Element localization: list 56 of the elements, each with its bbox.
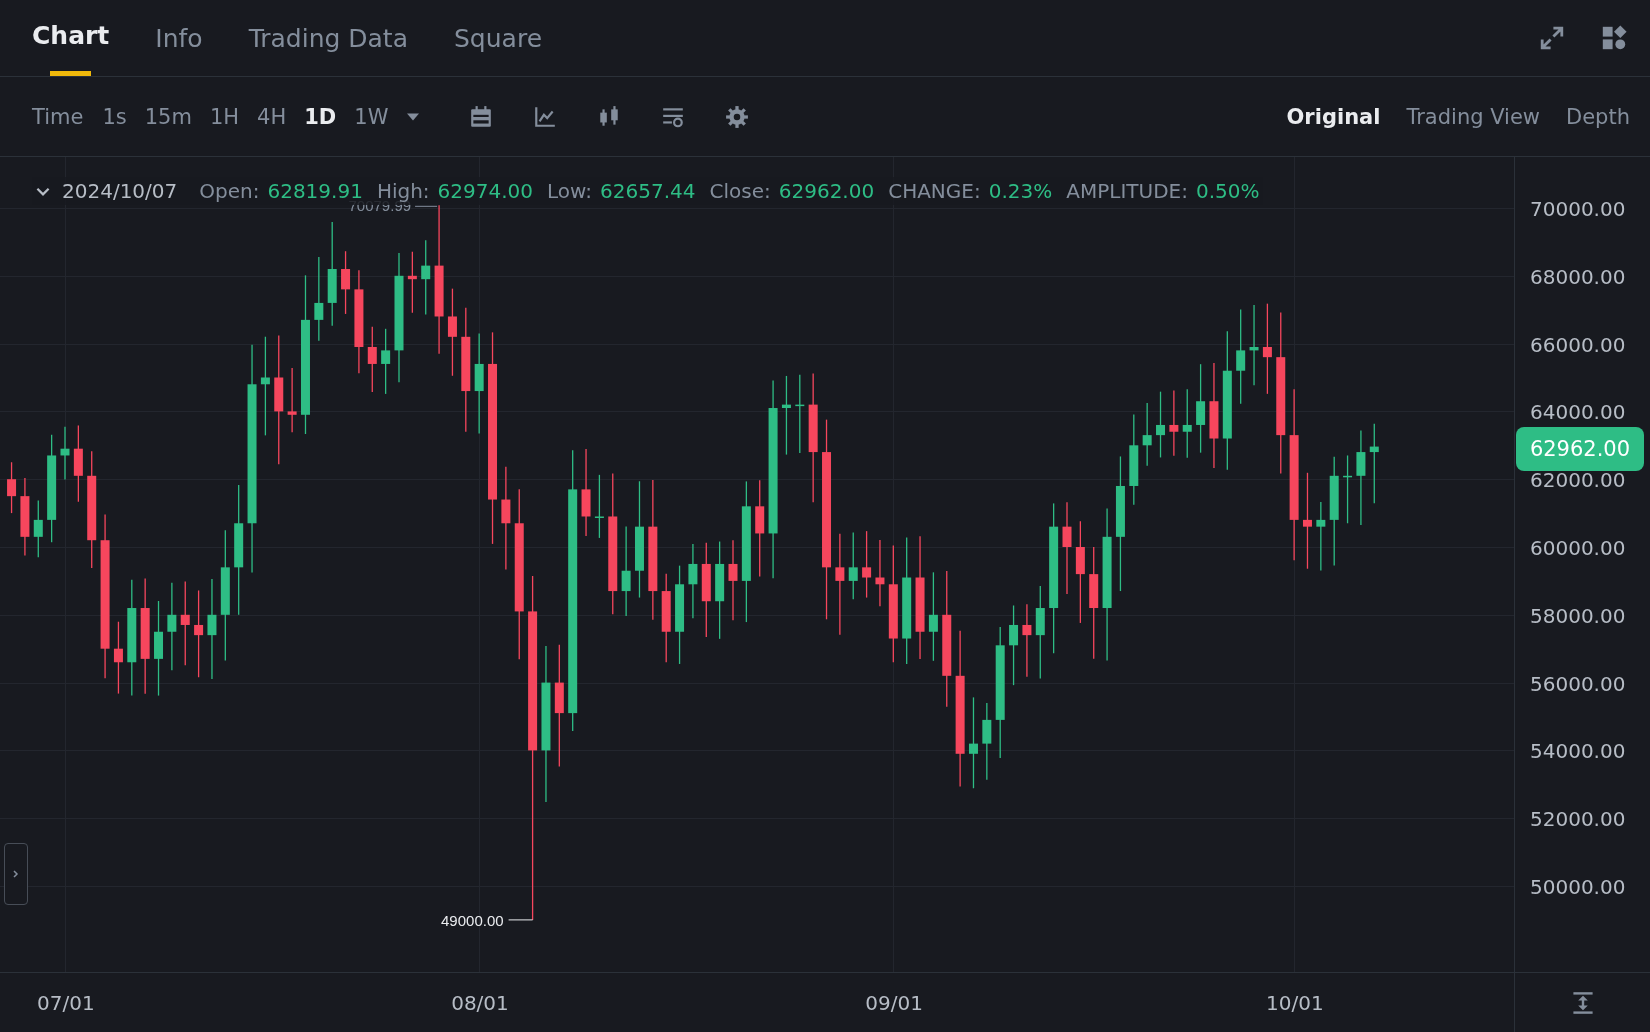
chevron-right-icon[interactable] — [11, 869, 21, 879]
price-axis-label: 52000.00 — [1530, 807, 1626, 832]
price-axis-label: 60000.00 — [1530, 536, 1626, 560]
settings-icon[interactable] — [725, 104, 750, 129]
fit-scale-icon[interactable] — [1570, 990, 1595, 1015]
leader-line — [508, 919, 534, 921]
ohlc-label: CHANGE: — [888, 179, 981, 203]
view-mode-tab[interactable]: Depth — [1556, 104, 1640, 129]
ohlc-value: 0.50% — [1195, 179, 1260, 203]
ohlc-label: AMPLITUDE: — [1066, 179, 1188, 203]
leader-line — [414, 205, 438, 207]
price-axis-label: 66000.00 — [1530, 332, 1626, 357]
price-axis-label: 50000.00 — [1530, 875, 1626, 899]
price-axis-label: 68000.00 — [1530, 264, 1626, 289]
tab[interactable]: Trading Data — [236, 0, 420, 76]
ohlc-value: 62962.00 — [778, 179, 875, 203]
ohlc-label: Open: — [199, 179, 260, 203]
view-mode-tab[interactable]: Original — [1276, 104, 1391, 129]
interval-option[interactable]: 15m — [137, 104, 199, 129]
interval-option[interactable]: 4H — [250, 104, 294, 129]
widgets-icon[interactable] — [1600, 24, 1628, 52]
date-axis-label: 07/01 — [37, 991, 95, 1015]
price-axis-label: 70000.00 — [1530, 197, 1626, 221]
ohlc-value: 62974.00 — [437, 179, 534, 203]
date-axis-label: 08/01 — [451, 991, 509, 1015]
view-mode-tab[interactable]: Trading View — [1396, 104, 1551, 129]
chevron-down-icon[interactable] — [36, 186, 50, 196]
interval-label: Time — [32, 104, 84, 129]
ohlc-label: High: — [376, 179, 430, 203]
price-axis-label: 54000.00 — [1530, 739, 1626, 764]
date-axis-label: 09/01 — [865, 991, 923, 1015]
ohlc-value: 62819.91 — [267, 179, 363, 203]
date-axis-label: 10/01 — [1266, 991, 1324, 1015]
candle-date: 2024/10/07 — [62, 179, 178, 203]
tab[interactable]: Square — [442, 0, 554, 76]
line-chart-icon[interactable] — [533, 104, 558, 129]
price-axis-label: 58000.00 — [1530, 603, 1626, 628]
calendar-icon[interactable] — [469, 104, 494, 129]
ohlc-value: 0.23% — [988, 179, 1053, 203]
ohlc-value: 62657.44 — [600, 179, 696, 203]
price-axis-label: 64000.00 — [1530, 400, 1626, 425]
price-axis-label: 62000.00 — [1530, 468, 1626, 493]
expand-icon[interactable] — [1538, 24, 1566, 52]
price-axis-label: 56000.00 — [1530, 671, 1626, 696]
interval-option[interactable]: 1s — [95, 104, 134, 129]
low-price-annotation: 49000.00 — [441, 911, 504, 929]
interval-option[interactable]: 1W — [347, 104, 396, 129]
side-panel-toggle[interactable] — [4, 843, 28, 905]
interval-option[interactable]: 1H — [202, 104, 247, 129]
tab[interactable]: Chart — [20, 0, 122, 76]
interval-option[interactable]: 1D — [297, 104, 344, 129]
ohlc-label: Low: — [547, 179, 593, 203]
tab[interactable]: Info — [143, 0, 215, 76]
dropdown-caret-icon[interactable] — [407, 112, 420, 121]
current-price-badge: 62962.00 — [1516, 426, 1644, 471]
ohlc-label: Close: — [709, 179, 771, 203]
